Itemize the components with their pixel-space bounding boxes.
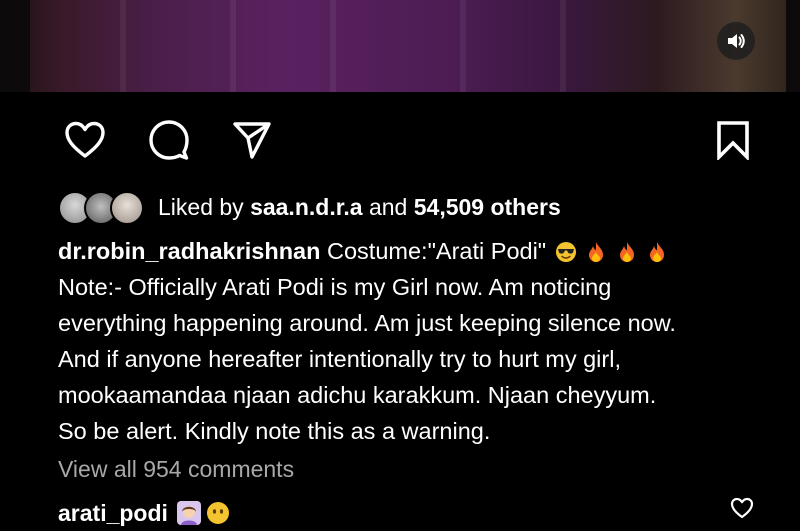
comment-username[interactable]: arati_podi <box>58 500 168 527</box>
speaker-icon <box>728 34 745 48</box>
sunglasses-face-emoji-icon <box>555 242 576 262</box>
face-without-mouth-emoji-icon <box>206 502 229 524</box>
caption-line: Note:- Officially Arati Podi is my Girl … <box>58 274 612 300</box>
media-texture <box>120 0 126 92</box>
likes-text: Liked by saa.n.d.r.a and 54,509 others <box>158 194 561 221</box>
fire-emoji-icon <box>619 242 634 262</box>
post-caption: dr.robin_radhakrishnan Costume:"Arati Po… <box>58 233 778 449</box>
comment-preview: arati_podi <box>58 496 230 530</box>
media-edge <box>0 0 30 92</box>
caption-first-line: dr.robin_radhakrishnan Costume:"Arati Po… <box>58 233 778 269</box>
likes-and: and <box>368 193 408 220</box>
save-button[interactable] <box>710 117 756 163</box>
sound-toggle-button[interactable] <box>717 22 755 60</box>
caption-line: everything happening around. Am just kee… <box>58 310 676 336</box>
caption-title: Costume:"Arati Podi" <box>327 238 547 264</box>
paper-plane-icon <box>233 122 271 159</box>
fire-emoji-icon <box>650 242 665 262</box>
avatar <box>110 191 144 225</box>
share-button[interactable] <box>229 117 275 163</box>
media-texture <box>560 0 566 92</box>
view-all-comments-link[interactable]: View all 954 comments <box>58 456 294 483</box>
media-edge <box>786 0 800 92</box>
post-media[interactable] <box>0 0 800 92</box>
liker-avatars <box>58 191 152 225</box>
likes-summary[interactable]: Liked by saa.n.d.r.a and 54,509 others <box>58 190 561 225</box>
caption-line: mookaamandaa njaan adichu karakkum. Njaa… <box>58 382 657 408</box>
caption-line: So be alert. Kindly note this as a warni… <box>58 418 491 444</box>
media-texture <box>460 0 466 92</box>
media-texture <box>330 0 336 92</box>
comment-bubble-icon <box>149 120 189 160</box>
post-action-bar <box>0 117 800 163</box>
like-button[interactable] <box>62 117 108 163</box>
caption-line: And if anyone hereafter intentionally tr… <box>58 346 621 372</box>
comment-like-button[interactable] <box>730 497 754 521</box>
liker-username[interactable]: saa.n.d.r.a <box>250 194 363 220</box>
heart-icon <box>730 497 754 519</box>
likes-count[interactable]: 54,509 others <box>414 194 561 220</box>
likes-prefix: Liked by <box>158 193 244 220</box>
media-texture <box>230 0 236 92</box>
fire-emoji-icon <box>589 242 604 262</box>
caption-username[interactable]: dr.robin_radhakrishnan <box>58 238 320 264</box>
comment-button[interactable] <box>146 117 192 163</box>
woman-raising-hand-emoji-icon <box>176 501 201 525</box>
heart-icon <box>65 121 105 158</box>
bookmark-icon <box>717 121 749 160</box>
